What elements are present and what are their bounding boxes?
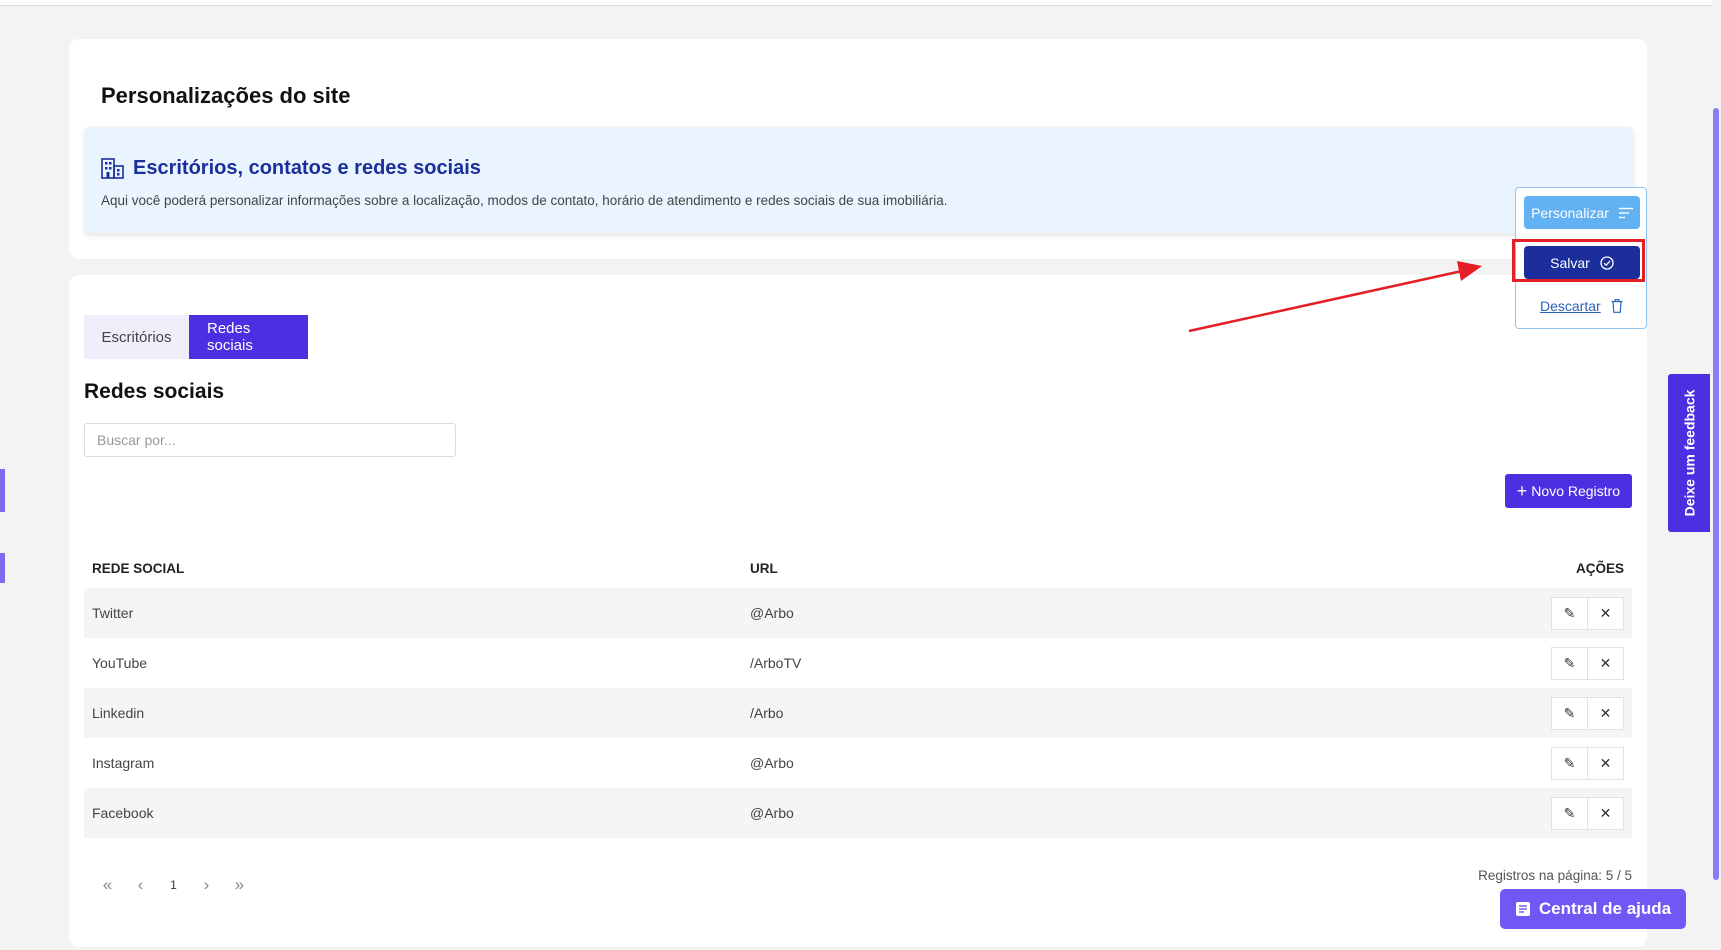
- delete-icon[interactable]: ✕: [1587, 796, 1624, 830]
- sidebar-indicator: [0, 469, 5, 512]
- social-networks-table: REDE SOCIAL URL AÇÕES Twitter @Arbo ✎ ✕ Y…: [84, 548, 1632, 838]
- filter-lines-icon: [1618, 207, 1633, 218]
- info-title: Escritórios, contatos e redes sociais: [133, 157, 481, 179]
- tab-redes-sociais[interactable]: Redes sociais: [189, 315, 308, 359]
- cell-actions: ✎ ✕: [1127, 788, 1632, 838]
- delete-icon[interactable]: ✕: [1587, 696, 1624, 730]
- trash-icon: [1611, 299, 1623, 313]
- book-icon: [1515, 902, 1530, 916]
- top-bar: [0, 0, 1721, 6]
- discard-button[interactable]: Descartar: [1540, 298, 1623, 314]
- main-card: Escritórios Redes sociais Redes sociais …: [69, 275, 1647, 947]
- save-highlight-box: [1512, 239, 1645, 282]
- edit-icon[interactable]: ✎: [1551, 596, 1588, 630]
- plus-icon: +: [1516, 481, 1528, 501]
- cell-network: Twitter: [84, 588, 742, 638]
- edit-icon[interactable]: ✎: [1551, 796, 1588, 830]
- cell-actions: ✎ ✕: [1128, 738, 1632, 788]
- cell-actions: ✎ ✕: [1127, 588, 1632, 638]
- edit-icon[interactable]: ✎: [1551, 646, 1588, 680]
- cell-url: @Arbo: [742, 788, 1128, 838]
- table-row: YouTube /ArboTV ✎ ✕: [84, 638, 1632, 688]
- info-box: Escritórios, contatos e redes sociais Aq…: [85, 127, 1633, 233]
- building-icon: [101, 158, 124, 179]
- column-header-url[interactable]: URL: [742, 548, 1128, 588]
- table-row: Facebook @Arbo ✎ ✕: [84, 788, 1632, 838]
- personalizar-label: Personalizar: [1531, 204, 1609, 221]
- feedback-tab[interactable]: Deixe um feedback: [1668, 374, 1710, 532]
- cell-network: Instagram: [92, 755, 155, 771]
- new-record-button[interactable]: + Novo Registro: [1504, 474, 1632, 508]
- table-row: Instagram @Arbo ✎ ✕: [84, 738, 1632, 788]
- cell-actions: ✎ ✕: [1128, 638, 1632, 688]
- new-record-label: Novo Registro: [1531, 483, 1620, 499]
- first-page-icon[interactable]: «: [91, 875, 124, 895]
- info-description: Aqui você poderá personalizar informaçõe…: [101, 193, 948, 208]
- cell-url: @Arbo: [742, 588, 1128, 638]
- header-card: Personalizações do site Escritórios, con…: [69, 39, 1647, 259]
- cell-url: @Arbo: [750, 755, 794, 771]
- sidebar-indicator: [0, 553, 5, 583]
- discard-label: Descartar: [1540, 298, 1601, 314]
- cell-network: Facebook: [84, 788, 742, 838]
- cell-network: Linkedin: [84, 688, 742, 738]
- section-title: Redes sociais: [84, 380, 225, 403]
- scrollbar-thumb[interactable]: [1713, 108, 1719, 880]
- tab-escritorios[interactable]: Escritórios: [84, 315, 189, 359]
- column-header-network[interactable]: REDE SOCIAL: [84, 548, 742, 588]
- help-center-button[interactable]: Central de ajuda: [1500, 889, 1686, 929]
- edit-icon[interactable]: ✎: [1551, 746, 1588, 780]
- table-header: REDE SOCIAL URL AÇÕES: [84, 548, 1632, 588]
- tabs: Escritórios Redes sociais: [84, 315, 308, 359]
- personalizar-button[interactable]: Personalizar: [1524, 196, 1640, 229]
- edit-icon[interactable]: ✎: [1551, 696, 1588, 730]
- column-header-actions: AÇÕES: [1575, 560, 1624, 576]
- feedback-label: Deixe um feedback: [1681, 389, 1697, 517]
- records-per-page: Registros na página: 5 / 5: [1478, 868, 1632, 883]
- cell-network: YouTube: [92, 655, 148, 671]
- prev-page-icon[interactable]: ‹: [124, 875, 157, 895]
- last-page-icon[interactable]: »: [223, 875, 256, 895]
- cell-url: /ArboTV: [750, 655, 802, 671]
- delete-icon[interactable]: ✕: [1587, 746, 1624, 780]
- page-title: Personalizações do site: [101, 83, 351, 108]
- delete-icon[interactable]: ✕: [1587, 596, 1624, 630]
- cell-url: /Arbo: [742, 688, 1128, 738]
- delete-icon[interactable]: ✕: [1587, 646, 1624, 680]
- next-page-icon[interactable]: ›: [190, 875, 223, 895]
- pagination: « ‹ 1 › »: [91, 875, 256, 895]
- search-input[interactable]: [84, 423, 456, 457]
- page-number[interactable]: 1: [157, 878, 190, 892]
- table-row: Twitter @Arbo ✎ ✕: [84, 588, 1632, 638]
- table-row: Linkedin /Arbo ✎ ✕: [84, 688, 1632, 738]
- cell-actions: ✎ ✕: [1127, 688, 1632, 738]
- help-label: Central de ajuda: [1538, 899, 1672, 918]
